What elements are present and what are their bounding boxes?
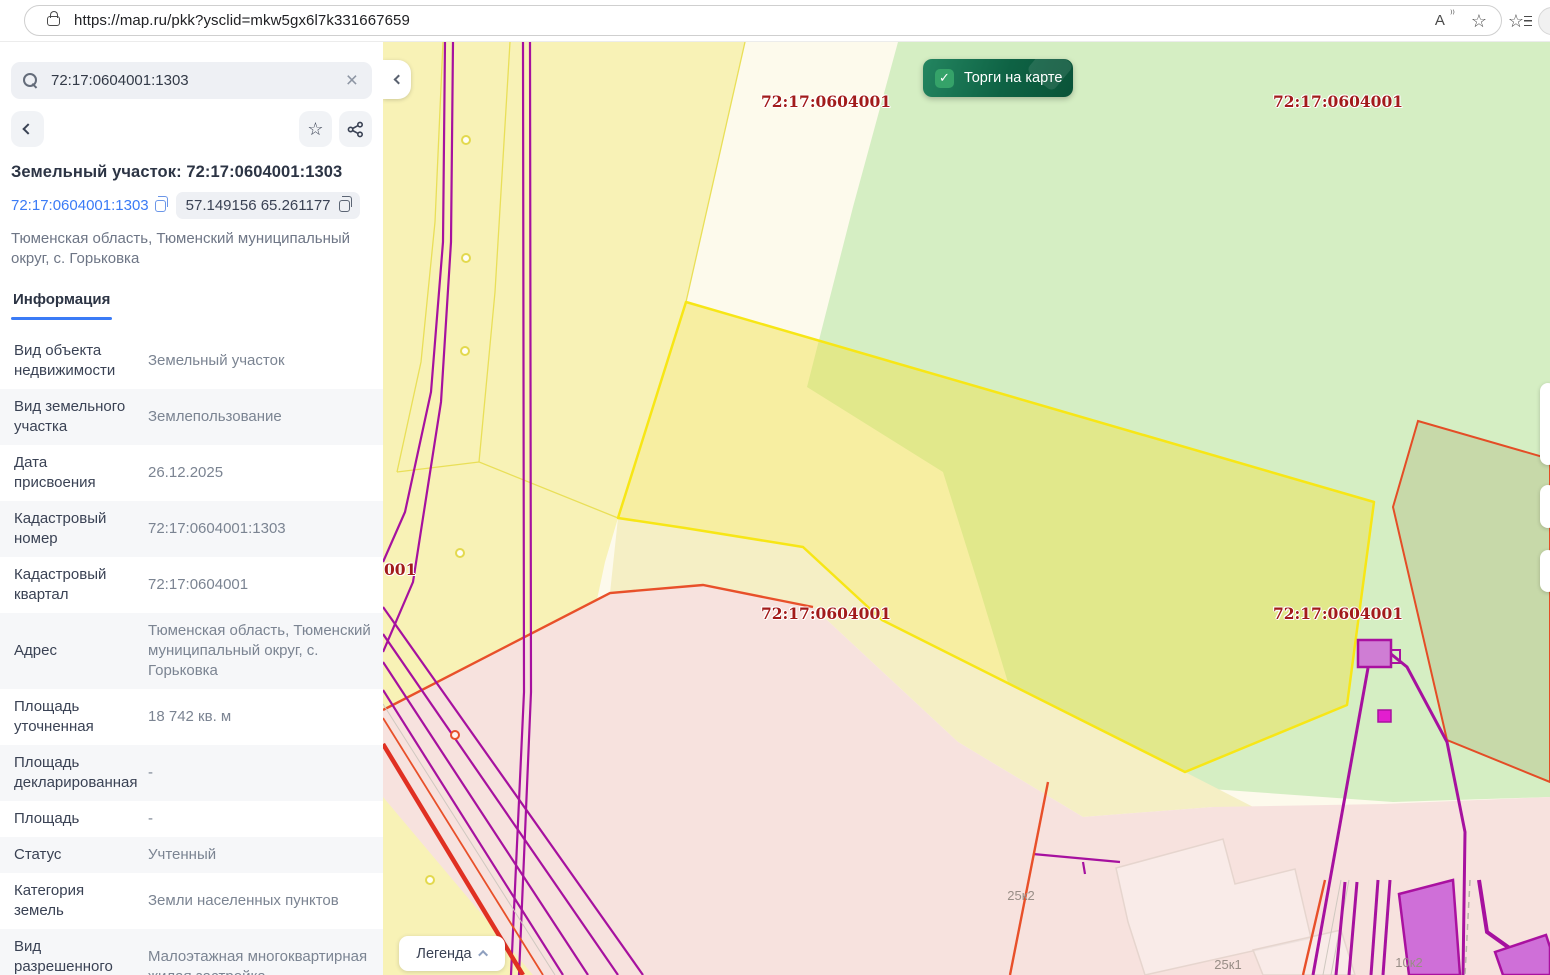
browser-avatar[interactable]	[1538, 7, 1550, 35]
cadastral-number-text[interactable]: 72:17:0604001:1303	[11, 197, 149, 214]
building-label: 10к2	[1395, 955, 1422, 970]
url-text[interactable]: https://map.ru/pkk?ysclid=mkw5gx6l7k3316…	[74, 12, 410, 29]
copy-icon[interactable]	[339, 200, 350, 212]
tab-information[interactable]: Информация	[11, 291, 112, 320]
info-row: Вид земельного участка Землепользование	[0, 389, 383, 445]
chevron-left-icon	[394, 75, 404, 85]
building-label: 25к1	[1214, 957, 1241, 972]
info-row-value: Земельный участок	[148, 351, 374, 371]
page-title: Земельный участок: 72:17:0604001:1303	[11, 163, 372, 182]
info-table: Вид объекта недвижимости Земельный участо…	[0, 333, 383, 975]
tab-label: Информация	[11, 291, 112, 308]
info-row-label: Площадь	[14, 809, 132, 829]
torgi-button-label: Торги на карте	[964, 70, 1062, 86]
info-row-label: Адрес	[14, 641, 132, 661]
info-row-label: Кадастровый номер	[14, 509, 132, 549]
back-button[interactable]	[11, 111, 44, 147]
info-row: Площадь уточненная 18 742 кв. м	[0, 689, 383, 745]
quarter-label: 72:17:0604001	[761, 92, 891, 111]
quarter-label: 72:17:0604001	[1273, 604, 1403, 623]
search-bar[interactable]: ×	[11, 62, 372, 99]
building[interactable]	[1378, 710, 1391, 722]
info-row-label: Площадь уточненная	[14, 697, 132, 737]
map-canvas[interactable]: 72:17:0604001 72:17:0604001 72:17:060400…	[383, 42, 1550, 975]
info-row-value: -	[148, 809, 374, 829]
info-row: Статус Учтенный	[0, 837, 383, 873]
info-row: Дата присвоения 26.12.2025	[0, 445, 383, 501]
star-icon: ☆	[307, 119, 323, 140]
info-row: Площадь декларированная-	[0, 745, 383, 801]
info-row-value: 72:17:0604001	[148, 575, 374, 595]
lock-icon[interactable]	[47, 16, 60, 26]
info-row: Вид разрешенного использования Малоэтажна…	[0, 929, 383, 975]
info-row-value: 18 742 кв. м	[148, 707, 374, 727]
info-row-label: Вид объекта недвижимости	[14, 341, 132, 381]
info-row-value: 72:17:0604001:1303	[148, 519, 374, 539]
favorite-button[interactable]: ☆	[299, 111, 332, 147]
info-row-value: -	[148, 763, 374, 783]
favorites-list-icon[interactable]: ☆	[1508, 11, 1524, 32]
map-control-partial[interactable]	[1540, 550, 1550, 592]
browser-chrome: https://map.ru/pkk?ysclid=mkw5gx6l7k3316…	[0, 0, 1550, 42]
info-row-value: 26.12.2025	[148, 463, 374, 483]
info-row-value: Земли населенных пунктов	[148, 891, 374, 911]
copy-icon[interactable]	[155, 200, 166, 212]
clear-search-icon[interactable]: ×	[344, 70, 360, 91]
info-row-label: Площадь декларированная	[14, 753, 132, 793]
info-row: Категория земель Земли населенных пунктов	[0, 873, 383, 929]
collapse-panel-button[interactable]	[383, 60, 411, 99]
info-row-value: Тюменская область, Тюменский муниципальн…	[148, 621, 374, 681]
tab-active-underline	[11, 317, 112, 320]
info-row: Кадастровый номер 72:17:0604001:1303	[0, 501, 383, 557]
torgi-na-karte-button[interactable]: ✓ Торги на карте	[923, 59, 1073, 97]
legend-button-label: Легенда	[416, 946, 471, 962]
quarter-label-partial: 001	[384, 560, 416, 579]
info-panel: × ☆ Земельный участок: 72:17:0604001:130…	[0, 42, 383, 975]
building[interactable]	[1358, 640, 1391, 667]
map-control-partial[interactable]	[1540, 383, 1550, 465]
info-row: Вид объекта недвижимости Земельный участо…	[0, 333, 383, 389]
building-label: 25к2	[1007, 888, 1034, 903]
info-row-label: Дата присвоения	[14, 453, 132, 493]
check-icon: ✓	[935, 69, 954, 88]
page: https://map.ru/pkk?ysclid=mkw5gx6l7k3316…	[0, 0, 1550, 975]
bookmark-star-icon[interactable]: ☆	[1471, 12, 1487, 30]
chevron-up-icon	[478, 950, 488, 960]
url-bar[interactable]: https://map.ru/pkk?ysclid=mkw5gx6l7k3316…	[24, 5, 1502, 36]
info-row-value: Малоэтажная многоквартирная жилая застро…	[148, 947, 374, 975]
info-row: Площадь-	[0, 801, 383, 837]
legend-button[interactable]: Легенда	[399, 936, 505, 971]
share-icon	[347, 121, 364, 138]
back-icon	[22, 123, 33, 134]
info-row-label: Категория земель	[14, 881, 132, 921]
info-row-label: Вид земельного участка	[14, 397, 132, 437]
quarter-label: 72:17:0604001	[1273, 92, 1403, 111]
search-input[interactable]	[51, 72, 344, 89]
info-row: Адрес Тюменская область, Тюменский муници…	[0, 613, 383, 689]
coordinates-text: 57.149156 65.261177	[186, 197, 331, 214]
search-icon	[23, 73, 39, 89]
cadastral-number-link[interactable]: 72:17:0604001:1303	[11, 197, 166, 214]
info-row-value: Землепользование	[148, 407, 374, 427]
share-button[interactable]	[339, 111, 372, 147]
map-layers[interactable]	[383, 42, 1550, 975]
info-row-value: Учтенный	[148, 845, 374, 865]
info-row-label: Вид разрешенного использования	[14, 937, 132, 975]
reader-mode-icon[interactable]: A	[1435, 12, 1451, 29]
quarter-label: 72:17:0604001	[761, 604, 891, 623]
object-address: Тюменская область, Тюменский муниципальн…	[11, 229, 372, 269]
coordinates-chip[interactable]: 57.149156 65.261177	[176, 192, 360, 219]
info-row-label: Кадастровый квартал	[14, 565, 132, 605]
info-row: Кадастровый квартал 72:17:0604001	[0, 557, 383, 613]
info-row-label: Статус	[14, 845, 132, 865]
map-control-partial[interactable]	[1540, 485, 1550, 528]
